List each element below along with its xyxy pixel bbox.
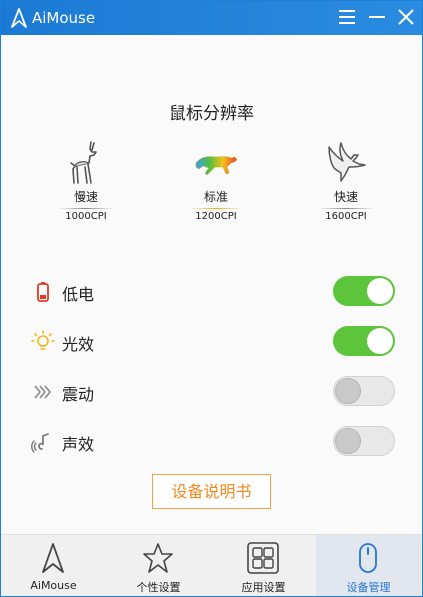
leopard-icon: [195, 156, 238, 176]
vibrate-label: 震动: [62, 385, 95, 404]
dpi-divider: [318, 208, 374, 209]
device-manual-button[interactable]: 设备说明书: [152, 474, 271, 509]
eagle-icon: [328, 142, 366, 182]
close-button[interactable]: [395, 6, 417, 28]
sound-label: 声效: [62, 435, 95, 454]
grid-icon: [247, 542, 279, 574]
minimize-icon: [369, 16, 385, 18]
dpi-option-label: 快速: [333, 190, 358, 204]
dpi-option-slow[interactable]: 慢速 1000CPI: [46, 139, 126, 222]
dpi-divider: [58, 208, 114, 209]
app-window: AiMouse 鼠标分辨率 慢速 1000CPI 标准 1200CPI 快速 1…: [0, 0, 423, 597]
nav-label: 个性设置: [136, 581, 181, 594]
star-icon: [143, 543, 173, 573]
dpi-option-value: 1000CPI: [65, 211, 107, 222]
dpi-option-standard[interactable]: 标准 1200CPI: [176, 139, 256, 222]
aimouse-logo-icon: [42, 543, 64, 573]
title-bar: AiMouse: [1, 1, 422, 35]
lightbulb-icon: [31, 330, 55, 350]
minimize-button[interactable]: [366, 6, 388, 28]
deer-icon: [70, 141, 97, 184]
setting-row-light: 光效: [1, 324, 422, 358]
hamburger-icon: [339, 10, 355, 24]
nav-item-device-management[interactable]: 设备管理: [316, 535, 421, 596]
dpi-option-label: 慢速: [73, 190, 98, 204]
mouse-icon: [359, 543, 377, 573]
setting-row-sound: 声效: [1, 424, 422, 458]
sound-toggle[interactable]: [333, 426, 395, 456]
toggle-knob: [335, 378, 361, 404]
vibrate-icon: [34, 385, 51, 399]
menu-button[interactable]: [336, 6, 358, 28]
toggle-knob: [335, 428, 361, 454]
nav-label: AiMouse: [30, 579, 77, 592]
setting-row-battery: 低电: [1, 274, 422, 308]
sound-icon: [31, 433, 49, 453]
nav-item-aimouse[interactable]: AiMouse: [1, 535, 106, 596]
app-title: AiMouse: [32, 9, 96, 27]
battery-icon: [37, 282, 49, 302]
dpi-option-value: 1600CPI: [325, 211, 367, 222]
light-label: 光效: [62, 335, 95, 354]
vibrate-toggle[interactable]: [333, 376, 395, 406]
nav-label: 设备管理: [346, 581, 391, 594]
battery-toggle[interactable]: [333, 276, 395, 306]
dpi-section-title: 鼠标分辨率: [169, 104, 254, 124]
dpi-option-fast[interactable]: 快速 1600CPI: [306, 139, 386, 222]
bottom-nav: AiMouse 个性设置 应用设置 设备管理: [1, 534, 422, 596]
nav-item-app-settings[interactable]: 应用设置: [211, 535, 316, 596]
dpi-option-label: 标准: [203, 190, 228, 204]
setting-row-vibrate: 震动: [1, 374, 422, 408]
dpi-option-value: 1200CPI: [195, 211, 237, 222]
light-toggle[interactable]: [333, 326, 395, 356]
close-icon: [398, 9, 414, 25]
toggle-knob: [367, 328, 393, 354]
nav-item-personal-settings[interactable]: 个性设置: [106, 535, 211, 596]
nav-label: 应用设置: [241, 581, 286, 594]
dpi-divider: [188, 208, 244, 209]
aimouse-logo-icon: [11, 8, 27, 28]
battery-label: 低电: [62, 285, 95, 304]
toggle-knob: [367, 278, 393, 304]
